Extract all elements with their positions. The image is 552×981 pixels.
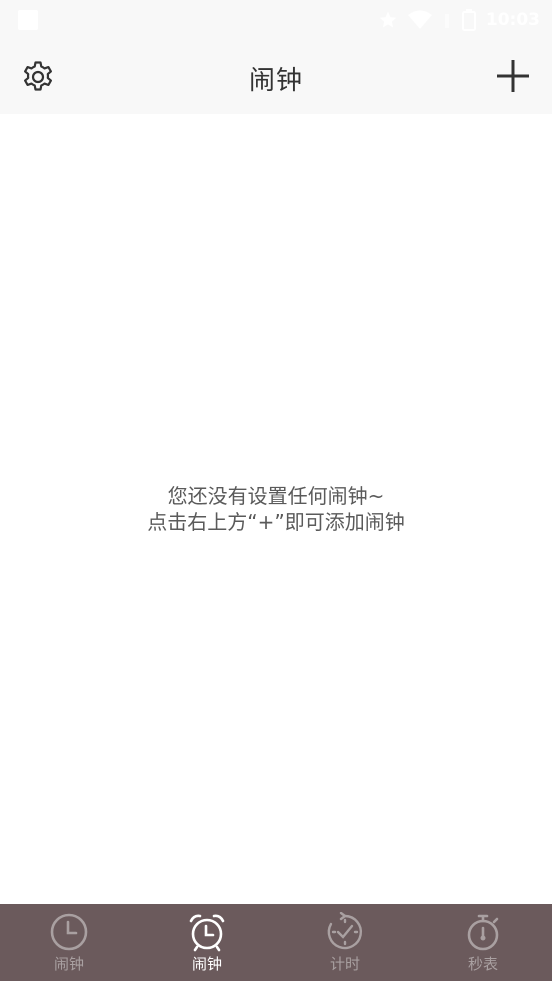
battery-icon <box>461 9 476 31</box>
status-time: 10:03 <box>485 10 540 30</box>
nav-item-timer[interactable]: 计时 <box>276 904 414 981</box>
timer-icon <box>327 912 363 950</box>
nav-label-timer: 计时 <box>329 955 360 973</box>
nav-label-alarm: 闹钟 <box>191 955 222 973</box>
page-title: 闹钟 <box>248 66 303 96</box>
status-icons: 10:03 <box>378 8 540 32</box>
empty-state-line1: 您还没有设置任何闹钟~ <box>167 484 385 508</box>
nav-label-clock: 闹钟 <box>53 955 84 973</box>
header: 闹钟 <box>0 40 552 114</box>
alarm-clock-icon <box>189 914 225 952</box>
clock-icon <box>50 913 88 951</box>
bottom-nav: 闹钟 闹钟 计时 秒表 <box>0 904 552 981</box>
add-alarm-button[interactable] <box>494 57 532 95</box>
notification-icon <box>18 10 38 30</box>
nav-item-alarm[interactable]: 闹钟 <box>138 904 276 981</box>
star-icon <box>379 11 397 28</box>
plus-icon <box>497 60 529 92</box>
nav-item-stopwatch[interactable]: 秒表 <box>414 904 552 981</box>
stopwatch-icon <box>467 914 499 951</box>
screen: 10:03 闹钟 您还没有设置任何闹钟~ 点击右上方“+”即可添加闹钟 闹钟 闹… <box>0 0 552 981</box>
status-bar: 10:03 <box>0 0 552 40</box>
signal-icon <box>444 14 449 28</box>
nav-item-clock[interactable]: 闹钟 <box>0 904 138 981</box>
empty-state-message: 您还没有设置任何闹钟~ 点击右上方“+”即可添加闹钟 <box>0 483 552 535</box>
empty-state-line2: 点击右上方“+”即可添加闹钟 <box>147 510 405 534</box>
nav-label-stopwatch: 秒表 <box>467 955 498 973</box>
wifi-icon <box>407 10 432 29</box>
